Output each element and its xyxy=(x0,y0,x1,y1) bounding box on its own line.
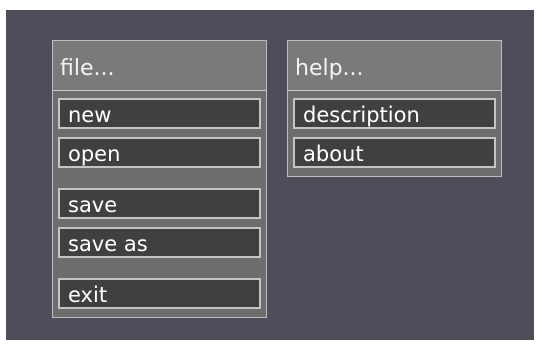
open-button-label: open xyxy=(68,142,121,166)
save-as-button[interactable]: save as xyxy=(58,227,261,258)
file-menu-panel: file... new open save save as exit xyxy=(52,40,267,318)
file-menu-header[interactable]: file... xyxy=(53,41,266,91)
help-menu-panel: help... description about xyxy=(287,40,502,177)
file-menu-title: file... xyxy=(60,56,115,81)
exit-button[interactable]: exit xyxy=(58,278,261,309)
new-button-label: new xyxy=(68,103,112,127)
menu-canvas: file... new open save save as exit help.… xyxy=(6,10,534,340)
open-button[interactable]: open xyxy=(58,137,261,168)
save-button-label: save xyxy=(68,193,118,217)
about-button-label: about xyxy=(303,142,364,166)
description-button-label: description xyxy=(303,103,420,127)
exit-button-label: exit xyxy=(68,283,108,307)
save-as-button-label: save as xyxy=(68,232,148,256)
description-button[interactable]: description xyxy=(293,98,496,129)
help-menu-title: help... xyxy=(295,56,364,81)
about-button[interactable]: about xyxy=(293,137,496,168)
new-button[interactable]: new xyxy=(58,98,261,129)
help-menu-header[interactable]: help... xyxy=(288,41,501,91)
save-button[interactable]: save xyxy=(58,188,261,219)
